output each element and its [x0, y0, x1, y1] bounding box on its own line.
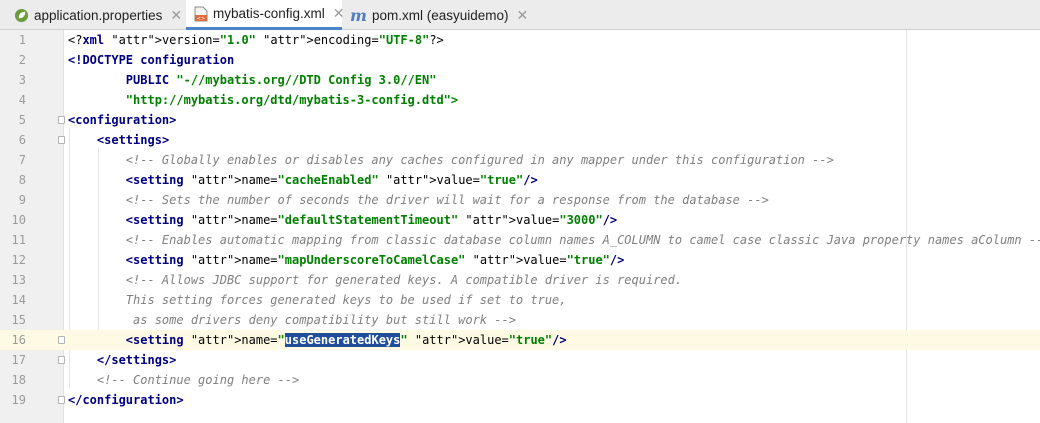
- maven-icon: m: [350, 5, 367, 25]
- selected-text[interactable]: useGeneratedKeys: [284, 333, 401, 347]
- line-number: 17: [11, 353, 26, 367]
- code-line[interactable]: 15 as some drivers deny compatibility bu…: [0, 310, 1040, 330]
- line-number: 11: [11, 233, 26, 247]
- close-icon[interactable]: ✕: [516, 7, 528, 24]
- code-line[interactable]: 10 <setting "attr">name="defaultStatemen…: [0, 210, 1040, 230]
- code-text[interactable]: <configuration>: [68, 110, 176, 130]
- code-line[interactable]: 6 <settings>: [0, 130, 1040, 150]
- tab-mybatis-config[interactable]: <> mybatis-config.xml ✕: [186, 0, 345, 30]
- editor-tab-bar: application.properties ✕ <> mybatis-conf…: [0, 0, 1040, 30]
- line-number: 15: [11, 313, 26, 327]
- line-number: 8: [18, 173, 26, 187]
- code-text[interactable]: <setting "attr">name="cacheEnabled" "att…: [68, 170, 538, 190]
- code-text[interactable]: <!-- Sets the number of seconds the driv…: [68, 190, 769, 210]
- svg-text:<>: <>: [197, 16, 205, 22]
- code-line[interactable]: 5 <configuration>: [0, 110, 1040, 130]
- code-text[interactable]: <settings>: [68, 130, 169, 150]
- code-line[interactable]: 1 <?xml "attr">version="1.0" "attr">encod…: [0, 30, 1040, 50]
- fold-marker-icon[interactable]: [58, 136, 65, 144]
- code-text[interactable]: </configuration>: [68, 390, 184, 410]
- code-text[interactable]: <!-- Allows JDBC support for generated k…: [68, 270, 682, 290]
- code-line[interactable]: 3 PUBLIC "-//mybatis.org//DTD Config 3.0…: [0, 70, 1040, 90]
- code-text[interactable]: This setting forces generated keys to be…: [68, 290, 567, 310]
- code-text[interactable]: as some drivers deny compatibility but s…: [68, 310, 516, 330]
- code-line[interactable]: 12 <setting "attr">name="mapUnderscoreTo…: [0, 250, 1040, 270]
- code-line[interactable]: 11 <!-- Enables automatic mapping from c…: [0, 230, 1040, 250]
- code-line[interactable]: 2 <!DOCTYPE configuration: [0, 50, 1040, 70]
- code-line[interactable]: 14 This setting forces generated keys to…: [0, 290, 1040, 310]
- line-number: 13: [11, 273, 26, 287]
- line-number: 3: [18, 73, 26, 87]
- line-number: 16: [11, 333, 26, 347]
- line-number: 1: [18, 33, 26, 47]
- fold-marker-icon[interactable]: [58, 116, 65, 124]
- tab-label: mybatis-config.xml: [213, 6, 325, 21]
- code-line[interactable]: 8 <setting "attr">name="cacheEnabled" "a…: [0, 170, 1040, 190]
- close-icon[interactable]: ✕: [170, 7, 182, 24]
- line-number: 5: [18, 113, 26, 127]
- spring-leaf-icon: [14, 8, 29, 23]
- code-text[interactable]: <!-- Enables automatic mapping from clas…: [68, 230, 1040, 250]
- xml-file-icon: <>: [194, 6, 208, 22]
- code-line[interactable]: 9 <!-- Sets the number of seconds the dr…: [0, 190, 1040, 210]
- code-line[interactable]: 4 "http://mybatis.org/dtd/mybatis-3-conf…: [0, 90, 1040, 110]
- code-text[interactable]: <?xml "attr">version="1.0" "attr">encodi…: [68, 30, 444, 50]
- code-line[interactable]: 16 <setting "attr">name="useGeneratedKey…: [0, 330, 1040, 350]
- line-number: 19: [11, 393, 26, 407]
- code-line[interactable]: 18 <!-- Continue going here -->: [0, 370, 1040, 390]
- tab-label: pom.xml (easyuidemo): [371, 7, 509, 23]
- code-text[interactable]: <!-- Globally enables or disables any ca…: [68, 150, 834, 170]
- tab-application-properties[interactable]: application.properties ✕: [0, 0, 185, 30]
- code-text[interactable]: <!DOCTYPE configuration: [68, 50, 234, 70]
- fold-marker-icon[interactable]: [58, 396, 65, 404]
- line-number: 9: [18, 193, 26, 207]
- tab-label: application.properties: [34, 7, 163, 23]
- code-line[interactable]: 13 <!-- Allows JDBC support for generate…: [0, 270, 1040, 290]
- code-text[interactable]: PUBLIC "-//mybatis.org//DTD Config 3.0//…: [68, 70, 437, 90]
- code-line[interactable]: 7 <!-- Globally enables or disables any …: [0, 150, 1040, 170]
- line-number: 4: [18, 93, 26, 107]
- code-text[interactable]: <setting "attr">name="useGeneratedKeys" …: [68, 330, 567, 350]
- code-text[interactable]: "http://mybatis.org/dtd/mybatis-3-config…: [68, 90, 458, 110]
- code-text[interactable]: <!-- Continue going here -->: [68, 370, 299, 390]
- line-number: 18: [11, 373, 26, 387]
- line-number: 10: [11, 213, 26, 227]
- fold-marker-icon[interactable]: [58, 336, 65, 344]
- code-line[interactable]: 17 </settings>: [0, 350, 1040, 370]
- code-text[interactable]: </settings>: [68, 350, 176, 370]
- code-line[interactable]: 19 </configuration>: [0, 390, 1040, 410]
- line-number: 6: [18, 133, 26, 147]
- line-number: 2: [18, 53, 26, 67]
- code-text[interactable]: <setting "attr">name="defaultStatementTi…: [68, 210, 617, 230]
- fold-marker-icon[interactable]: [58, 356, 65, 364]
- tab-pom-xml[interactable]: m pom.xml (easyuidemo) ✕: [342, 0, 528, 30]
- line-number: 14: [11, 293, 26, 307]
- code-text[interactable]: <setting "attr">name="mapUnderscoreToCam…: [68, 250, 625, 270]
- line-number: 7: [18, 153, 26, 167]
- line-number: 12: [11, 253, 26, 267]
